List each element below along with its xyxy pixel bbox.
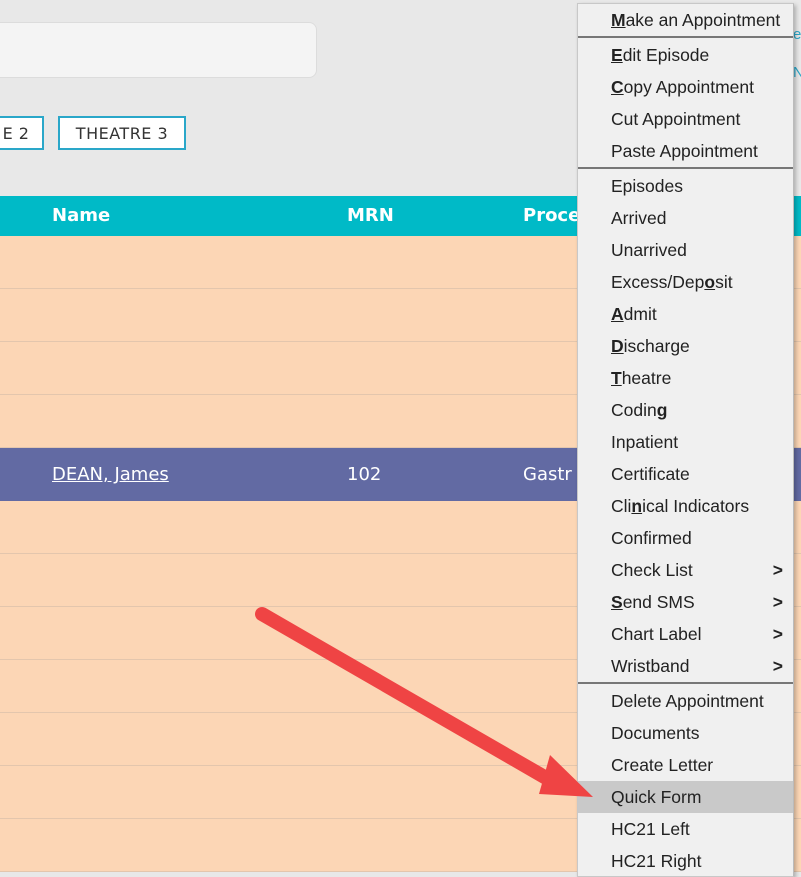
context-menu: Make an Appointment Edit Episode Copy Appo… xyxy=(577,3,794,877)
menu-item-label: Quick Form xyxy=(611,787,702,807)
menu-item-label: Arrived xyxy=(611,208,667,228)
menu-item-label: Paste Appointment xyxy=(611,141,758,161)
menu-item-label: Excess/Deposit xyxy=(611,272,733,292)
menu-item-discharge[interactable]: Discharge xyxy=(578,330,793,362)
menu-item-paste-appointment[interactable]: Paste Appointment xyxy=(578,135,793,167)
menu-separator xyxy=(578,167,793,169)
menu-item-theatre[interactable]: Theatre xyxy=(578,362,793,394)
menu-item-label: Edit Episode xyxy=(611,45,710,65)
menu-item-label: Make an Appointment xyxy=(611,10,781,30)
menu-item-confirmed[interactable]: Confirmed xyxy=(578,522,793,554)
menu-item-label: Confirmed xyxy=(611,528,692,548)
submenu-arrow-icon: > xyxy=(772,560,783,580)
submenu-arrow-icon: > xyxy=(772,656,783,676)
submenu-arrow-icon: > xyxy=(772,624,783,644)
menu-item-label: Certificate xyxy=(611,464,690,484)
menu-item-label: Inpatient xyxy=(611,432,679,452)
menu-item-label: Delete Appointment xyxy=(611,691,764,711)
menu-item-admit[interactable]: Admit xyxy=(578,298,793,330)
menu-item-copy-appointment[interactable]: Copy Appointment xyxy=(578,71,793,103)
menu-item-edit-episode[interactable]: Edit Episode xyxy=(578,39,793,71)
menu-item-label: Discharge xyxy=(611,336,690,356)
menu-item-coding[interactable]: Coding xyxy=(578,394,793,426)
menu-item-label: HC21 Right xyxy=(611,851,702,871)
menu-separator xyxy=(578,36,793,38)
search-input[interactable] xyxy=(0,22,317,78)
menu-item-label: Unarrived xyxy=(611,240,687,260)
menu-item-label: Cut Appointment xyxy=(611,109,741,129)
menu-item-excess-deposit[interactable]: Excess/Deposit xyxy=(578,266,793,298)
menu-item-label: Documents xyxy=(611,723,700,743)
menu-item-clinical-indicators[interactable]: Clinical Indicators xyxy=(578,490,793,522)
menu-item-send-sms[interactable]: Send SMS > xyxy=(578,586,793,618)
submenu-arrow-icon: > xyxy=(772,592,783,612)
column-header-mrn[interactable]: MRN xyxy=(347,196,394,236)
menu-item-label: Copy Appointment xyxy=(611,77,755,97)
tab-theatre-2[interactable]: E 2 xyxy=(0,116,44,150)
menu-item-label: Chart Label xyxy=(611,624,702,644)
menu-item-label: Clinical Indicators xyxy=(611,496,750,516)
menu-item-wristband[interactable]: Wristband > xyxy=(578,650,793,682)
column-header-procedure[interactable]: Proce xyxy=(523,196,580,236)
menu-item-inpatient[interactable]: Inpatient xyxy=(578,426,793,458)
menu-item-label: Admit xyxy=(611,304,657,324)
menu-item-hc21-right[interactable]: HC21 Right xyxy=(578,845,793,877)
column-header-name[interactable]: Name xyxy=(52,196,110,236)
menu-item-arrived[interactable]: Arrived xyxy=(578,202,793,234)
menu-item-episodes[interactable]: Episodes xyxy=(578,170,793,202)
menu-item-chart-label[interactable]: Chart Label > xyxy=(578,618,793,650)
menu-item-create-letter[interactable]: Create Letter xyxy=(578,749,793,781)
menu-separator xyxy=(578,682,793,684)
mrn-cell: 102 xyxy=(347,464,382,485)
menu-item-certificate[interactable]: Certificate xyxy=(578,458,793,490)
menu-item-label: Episodes xyxy=(611,176,683,196)
edge-text: e xyxy=(793,26,801,43)
menu-item-label: Check List xyxy=(611,560,693,580)
menu-item-label: HC21 Left xyxy=(611,819,690,839)
edge-text: N xyxy=(793,64,801,81)
menu-item-documents[interactable]: Documents xyxy=(578,717,793,749)
menu-item-label: Send SMS xyxy=(611,592,695,612)
menu-item-label: Theatre xyxy=(611,368,672,388)
menu-item-label: Wristband xyxy=(611,656,690,676)
menu-item-hc21-left[interactable]: HC21 Left xyxy=(578,813,793,845)
menu-item-label: Coding xyxy=(611,400,668,420)
menu-item-unarrived[interactable]: Unarrived xyxy=(578,234,793,266)
menu-item-delete-appointment[interactable]: Delete Appointment xyxy=(578,685,793,717)
procedure-cell: Gastr xyxy=(523,464,572,485)
menu-item-cut-appointment[interactable]: Cut Appointment xyxy=(578,103,793,135)
menu-item-quick-form[interactable]: Quick Form xyxy=(578,781,793,813)
tab-theatre-3[interactable]: THEATRE 3 xyxy=(58,116,186,150)
menu-item-check-list[interactable]: Check List > xyxy=(578,554,793,586)
patient-name-link[interactable]: DEAN, James xyxy=(52,448,169,501)
menu-item-label: Create Letter xyxy=(611,755,714,775)
menu-item-make-an-appointment[interactable]: Make an Appointment xyxy=(578,4,793,36)
